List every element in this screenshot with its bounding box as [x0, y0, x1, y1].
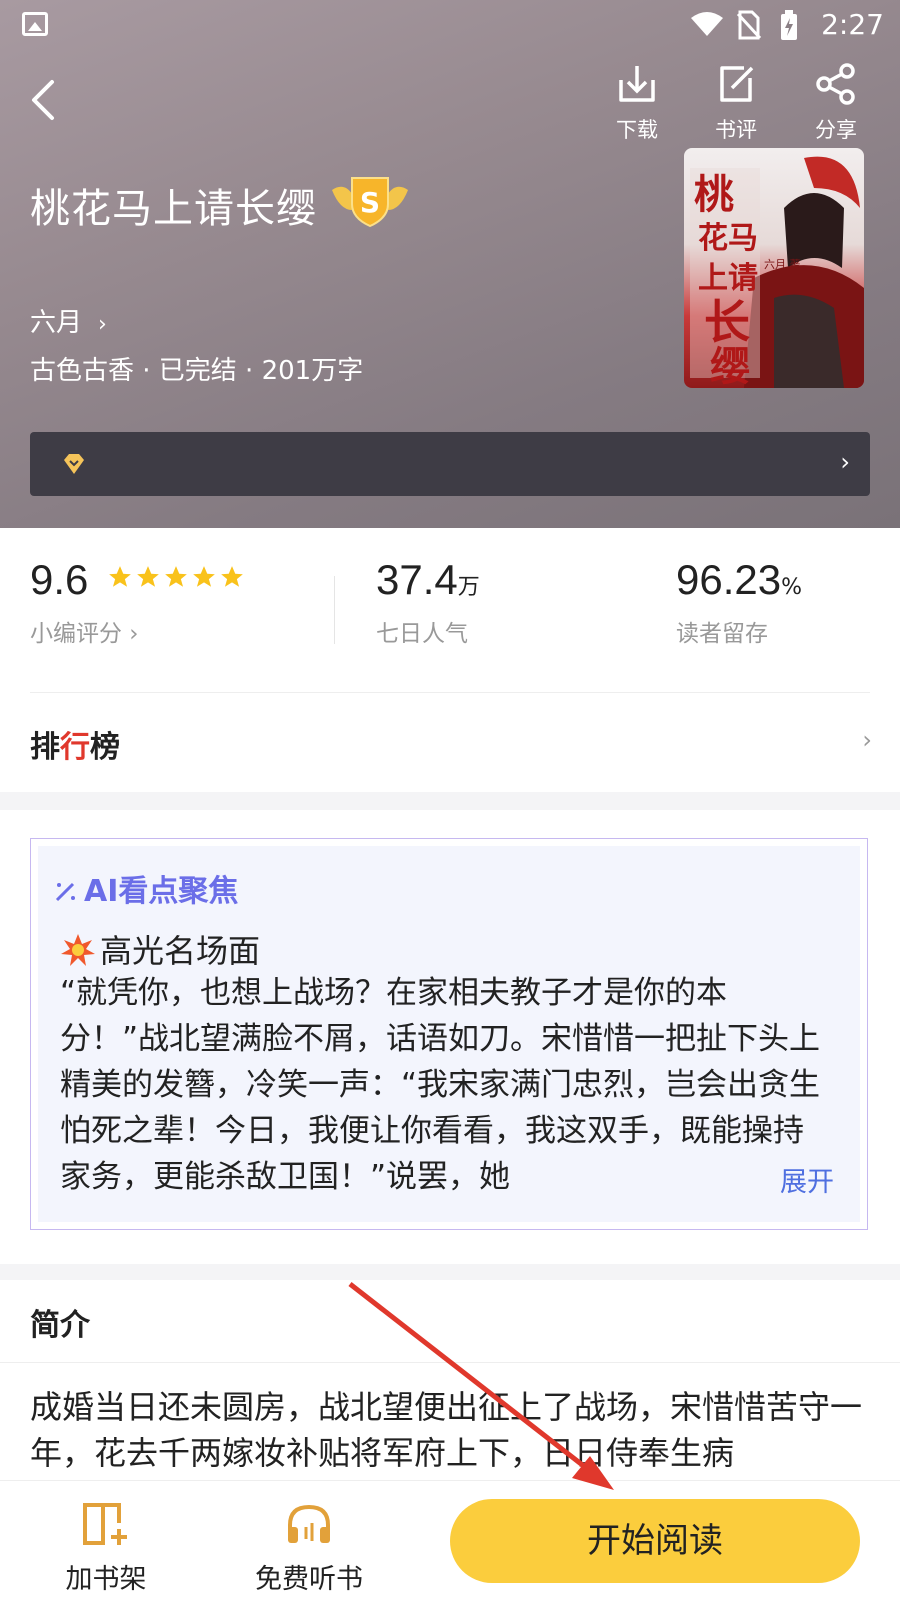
no-sim-icon: [736, 10, 762, 40]
section-gap: [0, 1264, 900, 1280]
ai-focus-excerpt: “就凭你，也想上战场？在家相夫教子才是你的本分！”战北望满脸不屑，话语如刀。宋惜…: [60, 975, 821, 1195]
download-label: 下载: [616, 118, 658, 142]
intro-divider: [0, 1362, 900, 1363]
ai-focus-title: AI看点聚焦: [54, 866, 238, 910]
section-divider: [30, 692, 870, 693]
editor-score-stat[interactable]: 9.6 小编评分 ›: [30, 556, 247, 648]
share-label: 分享: [815, 118, 857, 142]
share-button[interactable]: 分享: [804, 62, 868, 144]
battery-icon: [781, 10, 797, 40]
intro-title: 简介: [30, 1308, 90, 1343]
chevron-right-icon: ›: [840, 448, 850, 476]
gallery-notification-icon: [22, 12, 48, 36]
cover-author: 六月 著: [764, 257, 801, 271]
cover-title-3: 上请: [698, 261, 758, 296]
cover-title-2: 花马: [698, 221, 758, 256]
explosion-emoji-icon: [61, 934, 95, 966]
ranking-label-prefix: 排: [30, 730, 60, 765]
share-icon: [816, 63, 855, 105]
download-icon: [619, 66, 655, 102]
star-icon: [193, 566, 216, 587]
status-bar: 2:27: [0, 0, 900, 50]
rating-stars: [107, 564, 247, 594]
free-listen-label: 免费听书: [255, 1564, 363, 1595]
highlight-title-text: 高光名场面: [100, 932, 261, 970]
stats-row: 9.6 小编评分 › 37.4万 七日人气 96.23% 读者留存: [0, 556, 900, 666]
review-label: 书评: [715, 118, 757, 142]
highlight-title: 高光名场面: [60, 926, 260, 972]
popularity-unit: 万: [457, 575, 480, 600]
book-hero-header: 2:27 下载 书评 分享 桃花马上请长缨 S 六月 › 古色古香 · 已完结 ·…: [0, 0, 900, 528]
ranking-entry[interactable]: 排行榜: [30, 722, 120, 766]
cover-illustration: 桃 花马 上请 长 缨 六月 著: [690, 156, 864, 388]
cover-title-4: 长: [704, 295, 750, 349]
popularity-stat: 37.4万 七日人气: [376, 556, 480, 648]
book-meta: 古色古香 · 已完结 · 201万字: [30, 356, 364, 386]
edit-review-icon: [720, 66, 754, 102]
cover-title-5: 缨: [710, 343, 750, 388]
editor-score-label: 小编评分 ›: [30, 621, 139, 647]
chevron-right-icon: ›: [98, 312, 107, 337]
author-link[interactable]: 六月 ›: [30, 302, 107, 339]
section-gap: [0, 792, 900, 810]
add-to-shelf-label: 加书架: [65, 1564, 147, 1595]
status-time: 2:27: [821, 8, 884, 41]
chevron-right-icon[interactable]: ›: [862, 726, 872, 754]
download-button[interactable]: 下载: [605, 62, 669, 144]
ranking-label-suffix: 榜: [90, 730, 120, 765]
review-button[interactable]: 书评: [704, 62, 768, 144]
badge-letter: S: [360, 186, 380, 219]
ai-focus-title-text: AI看点聚焦: [84, 874, 239, 909]
popularity-value: 37.4: [376, 556, 458, 603]
retention-unit: %: [781, 575, 803, 600]
stats-divider: [334, 576, 335, 644]
star-icon: [221, 566, 244, 587]
bottom-action-bar: 加书架 免费听书 开始阅读: [0, 1480, 900, 1601]
intro-text: 成婚当日还未圆房，战北望便出征上了战场，宋惜惜苦守一年，花去千两嫁妆补贴将军府上…: [30, 1388, 863, 1472]
start-reading-button[interactable]: 开始阅读: [450, 1499, 860, 1583]
magic-wand-icon: [55, 882, 75, 902]
retention-label: 读者留存: [676, 621, 768, 647]
vip-diamond-icon: [64, 454, 84, 474]
book-title: 桃花马上请长缨: [30, 186, 317, 232]
expand-link[interactable]: 展开: [780, 1160, 834, 1199]
retention-stat: 96.23% 读者留存: [676, 556, 802, 648]
free-listen-button[interactable]: 免费听书: [244, 1501, 374, 1596]
cover-title-1: 桃: [694, 171, 734, 218]
editor-score-value: 9.6: [30, 556, 89, 603]
add-to-shelf-button[interactable]: 加书架: [56, 1501, 156, 1596]
popularity-label: 七日人气: [376, 621, 468, 647]
vip-banner[interactable]: ›: [30, 432, 870, 496]
book-cover-image[interactable]: 桃 花马 上请 长 缨 六月 著: [684, 148, 864, 388]
headphones-icon: [288, 1504, 330, 1543]
retention-value: 96.23: [676, 556, 782, 603]
star-icon: [109, 566, 132, 587]
add-bookshelf-icon: [83, 1503, 127, 1545]
star-icon: [137, 566, 160, 587]
s-grade-badge-icon: S: [332, 177, 408, 228]
ranking-label-highlight: 行: [60, 730, 90, 765]
wifi-icon: [691, 12, 723, 36]
back-arrow-icon[interactable]: [24, 74, 64, 126]
star-icon: [165, 566, 188, 587]
author-name: 六月: [30, 308, 83, 338]
